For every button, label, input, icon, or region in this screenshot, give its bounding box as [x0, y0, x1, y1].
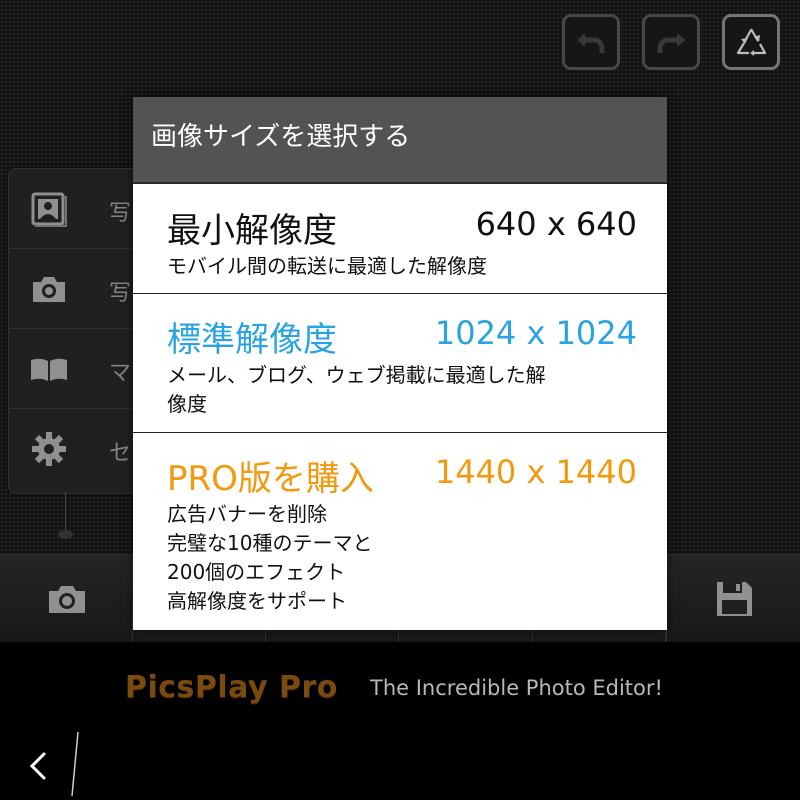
description-line: 高解像度をサポート — [167, 589, 347, 613]
option-description: メール、ブログ、ウェブ掲載に最適した解 像度 — [167, 361, 647, 419]
description-line: 200個のエフェクト — [167, 560, 346, 584]
option-resolution: 640 x 640 — [475, 205, 637, 243]
description-line: 完璧な10種のテーマと — [167, 531, 373, 555]
app-tagline: The Incredible Photo Editor! — [370, 676, 663, 700]
dialog-title: 画像サイズを選択する — [133, 97, 667, 184]
option-buy-pro[interactable]: PRO版を購入 1440 x 1440 広告バナーを削除 完璧な10種のテーマと… — [133, 433, 667, 630]
option-resolution: 1440 x 1440 — [434, 453, 637, 491]
description-line: 像度 — [167, 392, 207, 416]
option-description: 広告バナーを削除 完璧な10種のテーマと 200個のエフェクト 高解像度をサポー… — [167, 500, 647, 616]
system-navbar — [0, 732, 800, 800]
option-resolution: 1024 x 1024 — [434, 314, 637, 352]
nav-divider — [71, 732, 79, 796]
option-minimum-resolution[interactable]: 最小解像度 640 x 640 モバイル間の転送に最適した解像度 — [133, 185, 667, 294]
app-name: PicsPlay Pro — [125, 670, 338, 705]
brand-banner: PicsPlay Pro The Incredible Photo Editor… — [0, 642, 800, 732]
option-standard-resolution[interactable]: 標準解像度 1024 x 1024 メール、ブログ、ウェブ掲載に最適した解 像度 — [133, 294, 667, 433]
description-line: モバイル間の転送に最適した解像度 — [167, 254, 487, 278]
description-line: メール、ブログ、ウェブ掲載に最適した解 — [167, 363, 546, 387]
option-name: 標準解像度 — [167, 320, 337, 360]
chevron-left-icon[interactable] — [20, 746, 56, 786]
option-name: 最小解像度 — [167, 211, 337, 251]
image-size-dialog: 画像サイズを選択する 最小解像度 640 x 640 モバイル間の転送に最適した… — [133, 97, 667, 630]
description-line: 広告バナーを削除 — [167, 502, 327, 526]
option-description: モバイル間の転送に最適した解像度 — [167, 252, 647, 281]
option-name: PRO版を購入 — [167, 459, 374, 499]
